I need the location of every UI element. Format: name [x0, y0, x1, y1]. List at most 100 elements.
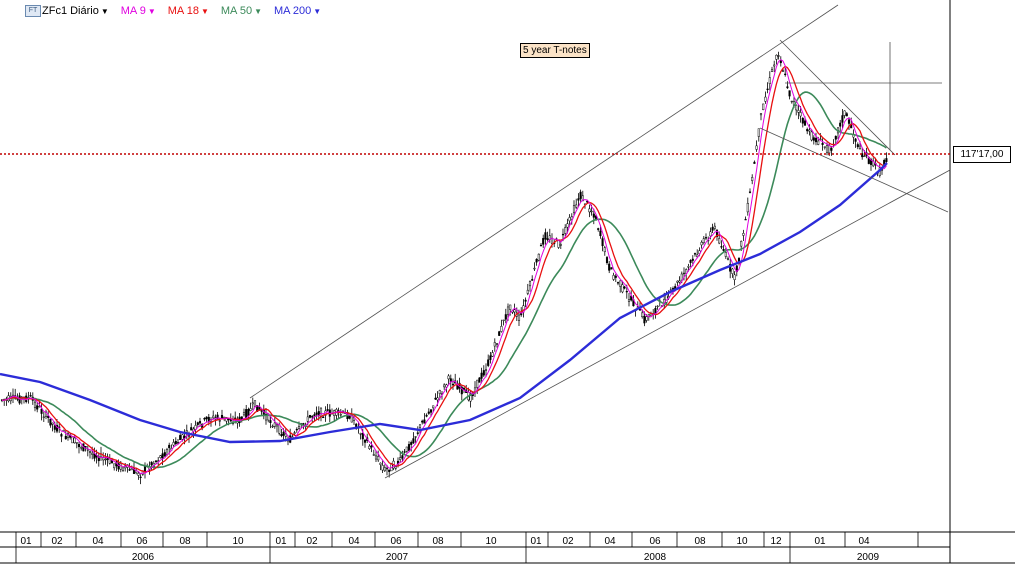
candle-body: [405, 446, 408, 452]
candle-body: [533, 267, 536, 270]
candle-body: [434, 397, 437, 400]
candle-body: [77, 443, 81, 448]
candle-body: [93, 453, 96, 459]
candle-body: [722, 249, 725, 251]
candle-body: [814, 137, 818, 143]
candle-body: [423, 419, 426, 424]
candle-body: [179, 435, 182, 440]
candle-body: [377, 456, 380, 461]
candle-body: [773, 64, 776, 67]
candle-body: [806, 129, 809, 132]
candle-body: [757, 128, 760, 137]
candle-body: [407, 444, 411, 451]
ma200-dropdown-icon[interactable]: ▼: [313, 7, 321, 16]
candle-body: [480, 372, 483, 379]
candle-body: [275, 424, 279, 427]
candle-body: [104, 458, 107, 461]
month-label: 01: [530, 536, 542, 547]
chart-legend: ZFc1 Diário ▼ MA 9 ▼ MA 18 ▼ MA 50 ▼ MA …: [42, 3, 321, 19]
candle-body: [269, 420, 272, 423]
candle-body: [768, 77, 771, 84]
month-label: 01: [814, 536, 826, 547]
legend-ma18[interactable]: MA 18 ▼: [168, 5, 209, 17]
month-label: 01: [275, 536, 287, 547]
candle-body: [187, 435, 191, 437]
symbol-selector[interactable]: ZFc1 Diário ▼: [42, 5, 109, 17]
candle-body: [656, 305, 659, 308]
candle-body: [495, 343, 499, 345]
candle-body: [524, 299, 527, 302]
symbol-dropdown-icon[interactable]: ▼: [101, 7, 109, 16]
candle-body: [293, 432, 296, 434]
candle-body: [784, 73, 787, 76]
ma50-dropdown-icon[interactable]: ▼: [254, 7, 262, 16]
candle-body: [139, 476, 142, 479]
legend-ma18-label: MA 18: [167, 5, 199, 17]
candle-body: [737, 258, 741, 262]
candle-body: [711, 227, 714, 231]
candle-body: [885, 158, 888, 162]
month-label: 02: [306, 536, 318, 547]
candle-body: [577, 198, 580, 201]
candle-body: [645, 316, 648, 321]
legend-ma200[interactable]: MA 200 ▼: [274, 5, 321, 17]
candle-body: [579, 191, 582, 199]
candle-body: [91, 452, 94, 455]
candle-body: [572, 205, 576, 213]
candle-body: [418, 424, 422, 428]
candle-body: [537, 253, 540, 261]
candle-body: [788, 90, 791, 97]
candle-body: [539, 244, 543, 247]
candle-body: [797, 110, 800, 113]
candle-body: [40, 408, 43, 414]
legend-ma9[interactable]: MA 9 ▼: [121, 5, 156, 17]
candle-body: [165, 449, 169, 455]
candle-body: [190, 427, 193, 431]
candle-body: [680, 273, 683, 281]
month-label: 08: [179, 536, 191, 547]
candle-body: [614, 275, 617, 278]
month-label: 04: [348, 536, 360, 547]
legend-ma50[interactable]: MA 50 ▼: [221, 5, 262, 17]
candle-body: [808, 129, 811, 132]
candle-body: [718, 238, 721, 244]
candle-body: [49, 418, 52, 426]
ma18-dropdown-icon[interactable]: ▼: [201, 7, 209, 16]
candle-body: [212, 415, 215, 419]
candle-body: [713, 225, 716, 229]
candle-body: [53, 425, 56, 430]
chart-annotation[interactable]: 5 year T-notes: [520, 43, 590, 58]
candle-body: [825, 144, 829, 153]
candle-body: [113, 463, 116, 469]
trendlines: [0, 4, 951, 479]
candle-body: [781, 70, 785, 72]
candle-body: [102, 457, 105, 461]
ma9-line: [1, 58, 887, 475]
candle-body: [493, 342, 496, 347]
candle-body: [863, 155, 866, 158]
ma9-dropdown-icon[interactable]: ▼: [148, 7, 156, 16]
candle-body: [506, 306, 510, 315]
candle-body: [308, 415, 312, 418]
candle-body: [449, 378, 452, 382]
candle-body: [755, 145, 758, 150]
candle-body: [678, 280, 681, 283]
legend-ma200-label: MA 200: [273, 5, 312, 17]
candle-body: [766, 88, 769, 91]
symbol-badge-icon[interactable]: FT: [25, 5, 41, 17]
month-label: 08: [694, 536, 706, 547]
candle-body: [504, 314, 507, 320]
candle-body: [724, 252, 727, 257]
candle-body: [388, 469, 391, 472]
candle-body: [709, 231, 712, 237]
candle-body: [676, 280, 679, 283]
candle-body: [643, 316, 646, 324]
candle-body: [339, 414, 342, 416]
price-chart[interactable]: 01 02 04 06 08 10 01 02 04 06 08 10 01 02 04 06 08 10 12 01…: [0, 0, 1015, 564]
candle-body: [500, 326, 503, 332]
candle-body: [234, 417, 237, 419]
candle-body: [242, 412, 246, 416]
ma18-line: [1, 65, 887, 473]
candle-body: [476, 379, 479, 388]
candle-body: [416, 432, 419, 434]
